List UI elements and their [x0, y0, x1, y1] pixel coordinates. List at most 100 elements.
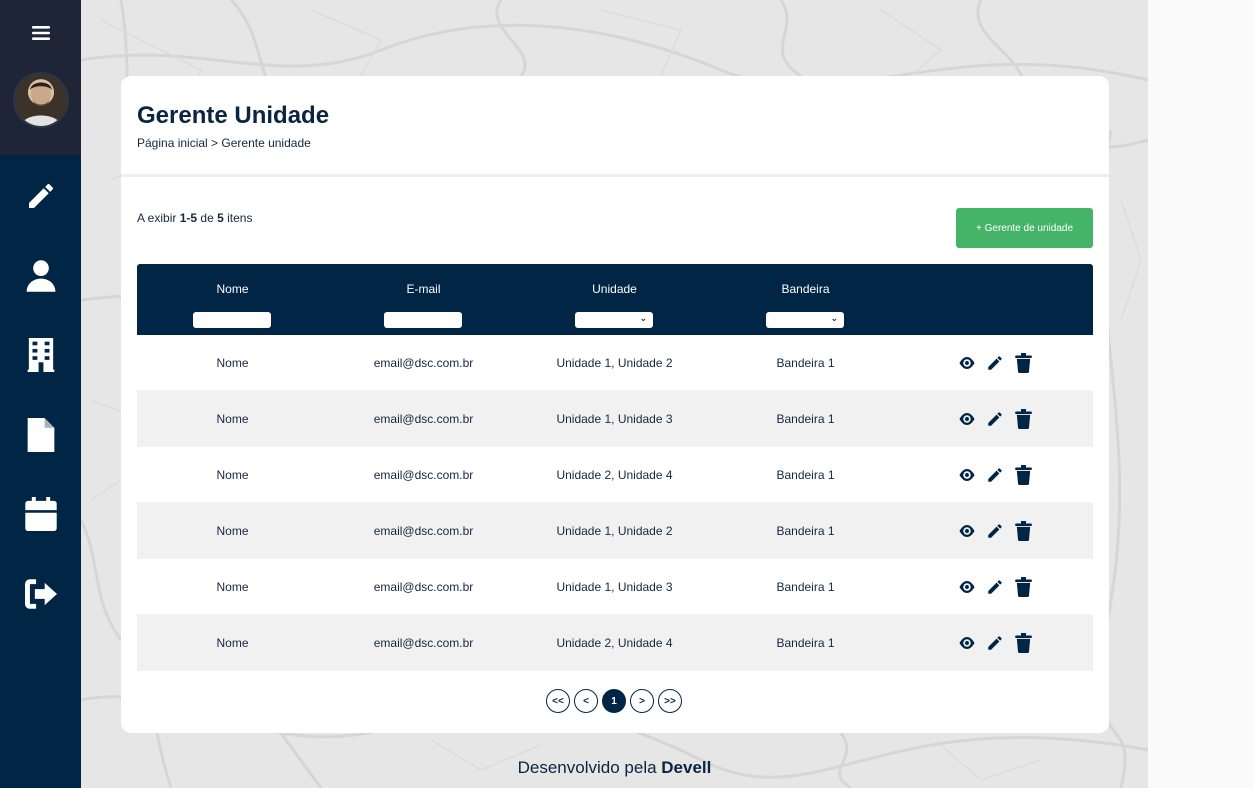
cell-email: email@dsc.com.br: [373, 468, 474, 482]
count-total: 5: [217, 211, 224, 225]
name-filter-input[interactable]: [193, 312, 271, 328]
content-card: Gerente Unidade Página inicial > Gerente…: [121, 76, 1109, 733]
sidebar: [0, 0, 81, 788]
cell-bandeira: Bandeira 1: [776, 580, 835, 594]
next-page-button[interactable]: >: [630, 689, 654, 713]
cell-bandeira: Bandeira 1: [776, 468, 835, 482]
logout-icon[interactable]: [20, 573, 62, 615]
right-margin: [1148, 0, 1254, 788]
view-eye-icon[interactable]: [957, 353, 977, 373]
building-icon[interactable]: [20, 334, 62, 376]
cell-bandeira: Bandeira 1: [776, 524, 835, 538]
hamburger-menu-icon[interactable]: [24, 18, 58, 48]
edit-pencil-icon[interactable]: [985, 353, 1005, 373]
table-row: Nome email@dsc.com.br Unidade 1, Unidade 3…: [137, 559, 1093, 615]
pagination: << < 1 > >>: [546, 689, 682, 713]
last-page-button[interactable]: >>: [658, 689, 682, 713]
managers-table: Nome E-mail Unidade ⌄ Bandeira ⌄ Nome ema…: [137, 264, 1093, 671]
cell-email: email@dsc.com.br: [373, 580, 474, 594]
view-eye-icon[interactable]: [957, 409, 977, 429]
table-row: Nome email@dsc.com.br Unidade 1, Unidade 3…: [137, 391, 1093, 447]
unit-filter-select[interactable]: ⌄: [575, 312, 653, 328]
chevron-down-icon: ⌄: [830, 313, 838, 323]
edit-pencil-icon[interactable]: [985, 577, 1005, 597]
delete-trash-icon[interactable]: [1013, 633, 1033, 653]
cell-bandeira: Bandeira 1: [776, 412, 835, 426]
cell-nome: Nome: [216, 356, 249, 370]
column-email: E-mail: [328, 264, 519, 335]
cell-email: email@dsc.com.br: [373, 636, 474, 650]
count-of: de: [200, 211, 214, 225]
cell-unidade: Unidade 1, Unidade 3: [556, 580, 673, 594]
row-actions: [957, 559, 1033, 615]
table-header: Nome E-mail Unidade ⌄ Bandeira ⌄: [137, 264, 1093, 335]
column-nome: Nome: [137, 264, 328, 335]
row-actions: [957, 615, 1033, 671]
column-header-label: E-mail: [406, 282, 441, 296]
table-body: Nome email@dsc.com.br Unidade 1, Unidade 2…: [137, 335, 1093, 671]
item-count: A exibir 1-5 de 5 itens: [137, 211, 252, 225]
cell-bandeira: Bandeira 1: [776, 636, 835, 650]
calendar-icon[interactable]: [20, 493, 62, 535]
table-row: Nome email@dsc.com.br Unidade 2, Unidade 4…: [137, 447, 1093, 503]
flag-filter-select[interactable]: ⌄: [766, 312, 844, 328]
cell-email: email@dsc.com.br: [373, 356, 474, 370]
cell-email: email@dsc.com.br: [373, 524, 474, 538]
edit-pencil-icon[interactable]: [985, 465, 1005, 485]
divider: [121, 174, 1109, 177]
cell-nome: Nome: [216, 580, 249, 594]
row-actions: [957, 391, 1033, 447]
column-header-label: Bandeira: [781, 282, 830, 296]
avatar[interactable]: [13, 72, 69, 128]
cell-unidade: Unidade 1, Unidade 3: [556, 412, 673, 426]
column-header-label: Unidade: [592, 282, 637, 296]
row-actions: [957, 447, 1033, 503]
row-actions: [957, 335, 1033, 391]
delete-trash-icon[interactable]: [1013, 409, 1033, 429]
footer-brand: Devell: [661, 758, 712, 777]
count-range: 1-5: [179, 211, 198, 225]
email-filter-input[interactable]: [384, 312, 462, 328]
row-actions: [957, 503, 1033, 559]
current-page-button[interactable]: 1: [602, 689, 626, 713]
cell-nome: Nome: [216, 412, 249, 426]
cell-bandeira: Bandeira 1: [776, 356, 835, 370]
first-page-button[interactable]: <<: [546, 689, 570, 713]
view-eye-icon[interactable]: [957, 633, 977, 653]
table-row: Nome email@dsc.com.br Unidade 2, Unidade 4…: [137, 615, 1093, 671]
pencil-icon[interactable]: [20, 175, 62, 217]
page-title: Gerente Unidade: [137, 102, 330, 129]
cell-nome: Nome: [216, 468, 249, 482]
add-unit-manager-button[interactable]: + Gerente de unidade: [956, 208, 1093, 248]
chevron-down-icon: ⌄: [639, 313, 647, 323]
cell-nome: Nome: [216, 524, 249, 538]
cell-nome: Nome: [216, 636, 249, 650]
prev-page-button[interactable]: <: [574, 689, 598, 713]
view-eye-icon[interactable]: [957, 465, 977, 485]
cell-email: email@dsc.com.br: [373, 412, 474, 426]
view-eye-icon[interactable]: [957, 577, 977, 597]
edit-pencil-icon[interactable]: [985, 521, 1005, 541]
cell-unidade: Unidade 1, Unidade 2: [556, 356, 673, 370]
delete-trash-icon[interactable]: [1013, 353, 1033, 373]
edit-pencil-icon[interactable]: [985, 633, 1005, 653]
footer: Desenvolvido pela Devell: [81, 758, 1148, 778]
edit-pencil-icon[interactable]: [985, 409, 1005, 429]
delete-trash-icon[interactable]: [1013, 465, 1033, 485]
count-suffix: itens: [227, 211, 253, 225]
cell-unidade: Unidade 2, Unidade 4: [556, 636, 673, 650]
count-prefix: A exibir: [137, 211, 177, 225]
delete-trash-icon[interactable]: [1013, 577, 1033, 597]
user-icon[interactable]: [20, 255, 62, 297]
column-unidade: Unidade ⌄: [519, 264, 710, 335]
table-row: Nome email@dsc.com.br Unidade 1, Unidade 2…: [137, 335, 1093, 391]
cell-unidade: Unidade 1, Unidade 2: [556, 524, 673, 538]
column-header-label: Nome: [216, 282, 249, 296]
sidebar-profile-area: [0, 0, 81, 155]
document-icon[interactable]: [20, 414, 62, 456]
breadcrumb: Página inicial > Gerente unidade: [137, 136, 311, 150]
view-eye-icon[interactable]: [957, 521, 977, 541]
cell-unidade: Unidade 2, Unidade 4: [556, 468, 673, 482]
footer-prefix: Desenvolvido pela: [517, 758, 657, 777]
delete-trash-icon[interactable]: [1013, 521, 1033, 541]
